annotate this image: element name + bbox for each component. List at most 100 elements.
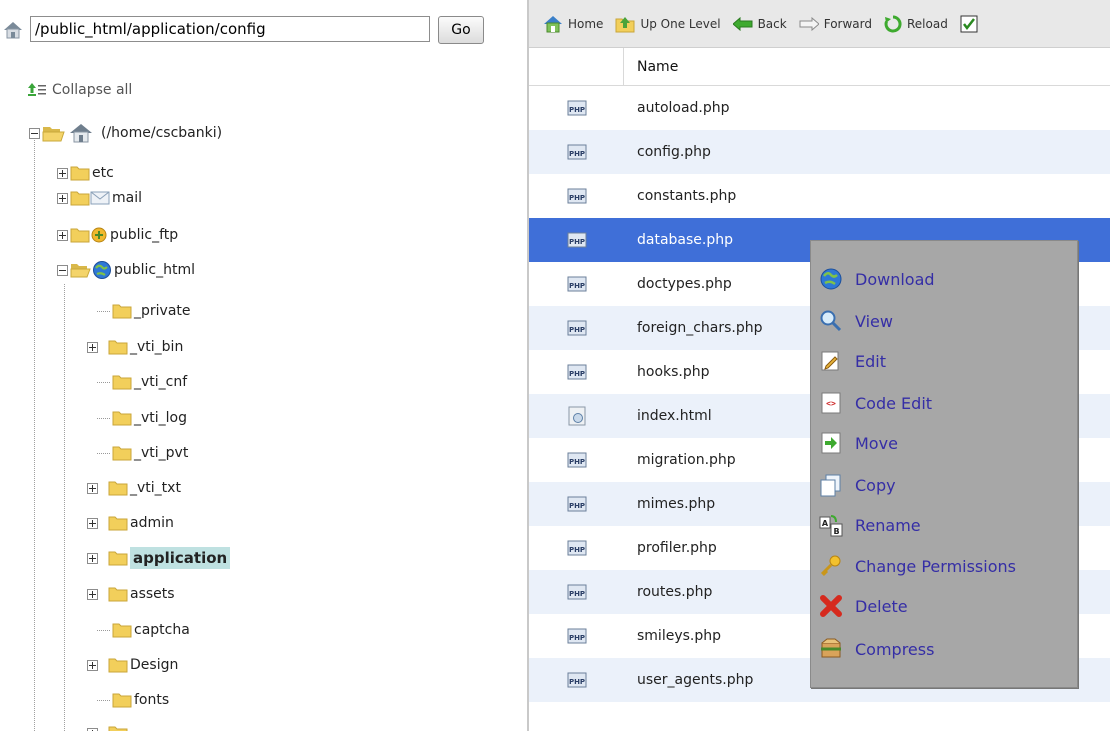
tree-item-assets[interactable]: assets — [87, 579, 175, 609]
folder-icon — [70, 191, 90, 206]
up-one-level-button[interactable]: Up One Level — [615, 15, 721, 33]
table-row[interactable]: PHP config.php — [529, 130, 1110, 174]
svg-text:PHP: PHP — [568, 678, 584, 686]
collapse-all-icon — [28, 83, 46, 96]
svg-text:PHP: PHP — [568, 546, 584, 554]
tree-item-label: _vti_txt — [130, 480, 181, 496]
menu-item-edit[interactable]: Edit — [819, 346, 1069, 376]
tree-item-label: (/home/cscbanki) — [101, 125, 223, 141]
tree-item-label-selected: application — [130, 547, 231, 569]
folder-icon — [112, 304, 132, 319]
menu-item-delete[interactable]: Delete — [819, 591, 1069, 621]
back-label: Back — [757, 16, 787, 31]
path-input[interactable] — [30, 16, 430, 42]
tree-item-vti-bin[interactable]: _vti_bin — [87, 332, 183, 362]
svg-text:PHP: PHP — [568, 370, 584, 378]
menu-item-view[interactable]: View — [819, 306, 1069, 336]
menu-item-label: Change Permissions — [855, 556, 1016, 576]
tree-item-vti-pvt[interactable]: _vti_pvt — [97, 438, 188, 468]
back-button[interactable]: Back — [732, 16, 787, 31]
tree-item-public-ftp[interactable]: public_ftp — [57, 220, 178, 250]
collapse-toggle-icon[interactable] — [57, 264, 68, 276]
tree-item-root[interactable]: (/home/cscbanki) — [29, 118, 222, 148]
expand-toggle-icon[interactable] — [87, 552, 98, 564]
expand-toggle-icon[interactable] — [87, 482, 98, 494]
table-row[interactable]: PHP constants.php — [529, 174, 1110, 218]
icon-column-header[interactable] — [529, 47, 624, 86]
forward-button[interactable]: Forward — [799, 16, 872, 31]
svg-text:PHP: PHP — [568, 590, 584, 598]
menu-item-label: Move — [855, 433, 898, 453]
go-button[interactable]: Go — [438, 16, 484, 44]
menu-item-label: Delete — [855, 596, 908, 616]
svg-text:PHP: PHP — [568, 238, 584, 246]
file-name: database.php — [637, 232, 734, 248]
folder-icon — [112, 411, 132, 426]
home-icon — [544, 15, 562, 32]
folder-icon — [108, 340, 128, 355]
collapse-all-link[interactable]: Collapse all — [28, 80, 132, 100]
ftp-icon — [91, 227, 107, 243]
tree-item-label: fonts — [134, 692, 170, 708]
tree-item-label: _vti_cnf — [134, 374, 188, 390]
file-name: hooks.php — [637, 364, 710, 380]
tree-item-vti-log[interactable]: _vti_log — [97, 403, 187, 433]
menu-item-move[interactable]: Move — [819, 428, 1069, 458]
expand-toggle-icon[interactable] — [87, 341, 98, 353]
tree-item-label: admin — [130, 515, 174, 531]
tree-item-vti-txt[interactable]: _vti_txt — [87, 473, 181, 503]
tree-item-captcha[interactable]: captcha — [97, 615, 190, 645]
menu-item-rename[interactable]: AB Rename — [819, 510, 1069, 540]
rename-icon: AB — [819, 515, 843, 537]
folder-icon — [108, 516, 128, 531]
menu-item-compress[interactable]: Compress — [819, 634, 1069, 664]
collapse-toggle-icon[interactable] — [29, 127, 40, 139]
tree-item-mail[interactable]: mail — [57, 183, 142, 213]
expand-toggle-icon[interactable] — [87, 517, 98, 529]
table-row[interactable]: PHP autoload.php — [529, 86, 1110, 130]
tree-item-application[interactable]: application — [87, 543, 231, 573]
expand-toggle-icon[interactable] — [57, 229, 68, 241]
file-name: user_agents.php — [637, 672, 754, 688]
name-column-header[interactable]: Name — [624, 59, 678, 75]
tree-item-label: etc — [92, 165, 114, 181]
delete-x-icon — [820, 595, 842, 617]
key-icon — [820, 555, 841, 577]
file-name: index.html — [637, 408, 712, 424]
select-all-button[interactable] — [960, 15, 983, 33]
expand-toggle-icon[interactable] — [57, 192, 68, 204]
copy-icon — [820, 474, 841, 497]
menu-item-change-permissions[interactable]: Change Permissions — [819, 551, 1069, 581]
php-file-icon: PHP — [567, 364, 586, 380]
tree-guide-line — [34, 140, 35, 731]
menu-item-code-edit[interactable]: <> Code Edit — [819, 388, 1069, 418]
svg-text:PHP: PHP — [568, 106, 584, 114]
expand-toggle-icon[interactable] — [87, 727, 98, 731]
php-file-icon: PHP — [567, 496, 586, 512]
tree-item-vti-cnf[interactable]: _vti_cnf — [97, 367, 187, 397]
expand-toggle-icon[interactable] — [87, 588, 98, 600]
menu-item-download[interactable]: Download — [819, 264, 1069, 294]
tree-item-fonts[interactable]: fonts — [97, 685, 169, 715]
tree-item-label: _vti_pvt — [134, 445, 189, 461]
folder-icon — [70, 228, 90, 243]
tree-item-private[interactable]: _private — [97, 296, 191, 326]
php-file-icon: PHP — [567, 540, 586, 556]
tree-item-admin[interactable]: admin — [87, 508, 174, 538]
home-button[interactable]: Home — [543, 15, 603, 33]
pencil-icon — [821, 351, 839, 371]
expand-toggle-icon[interactable] — [57, 167, 68, 179]
menu-item-copy[interactable]: Copy — [819, 470, 1069, 500]
globe-icon — [93, 261, 111, 279]
expand-toggle-icon[interactable] — [87, 659, 98, 671]
reload-button[interactable]: Reload — [884, 14, 948, 33]
php-file-icon: PHP — [567, 144, 586, 160]
folder-icon — [112, 446, 132, 461]
svg-text:PHP: PHP — [568, 458, 584, 466]
php-file-icon: PHP — [567, 672, 586, 688]
tree-item-design[interactable]: Design — [87, 650, 178, 680]
tree-item-public-html[interactable]: public_html — [57, 255, 195, 285]
menu-item-label: Compress — [855, 639, 935, 659]
tree-item-partial[interactable] — [87, 718, 128, 731]
svg-text:PHP: PHP — [568, 326, 584, 334]
